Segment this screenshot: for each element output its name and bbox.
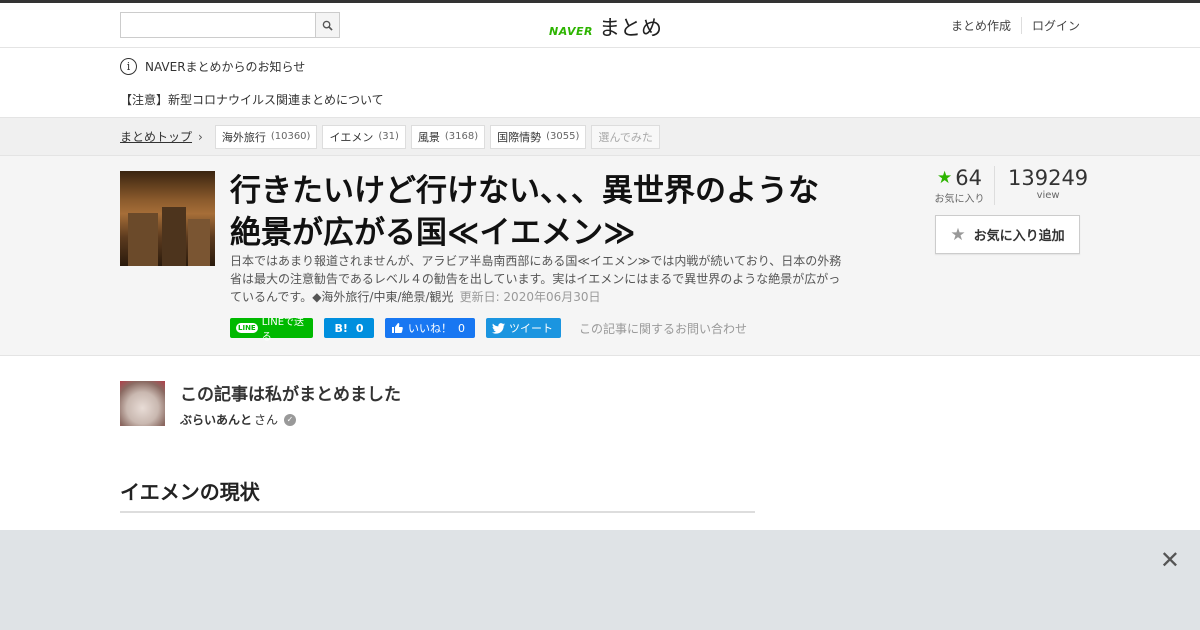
star-icon: ★ xyxy=(950,224,966,245)
search-button[interactable] xyxy=(315,12,340,38)
twitter-bird-icon xyxy=(492,322,505,334)
search-box xyxy=(120,12,340,38)
add-favorite-button[interactable]: ★ お気に入り追加 xyxy=(935,215,1080,254)
author-name[interactable]: ぶらいあんと さん ✓ xyxy=(180,411,297,428)
tweet-label: ツイート xyxy=(509,322,553,335)
info-icon: i xyxy=(120,58,137,75)
tag-count: (10360) xyxy=(270,131,311,142)
author-section: この記事は私がまとめました ぶらいあんと さん ✓ イエメンの現状 xyxy=(0,356,1200,531)
hatena-count: 0 xyxy=(355,321,364,335)
line-share-button[interactable]: LINE LINEで送る xyxy=(230,317,313,343)
chevron-right-icon: › xyxy=(198,129,203,144)
tag-link[interactable]: 国際情勢 (3055) xyxy=(490,124,587,149)
favorites-stat: ★ 64 お気に入り xyxy=(925,166,995,205)
tag-count: (3168) xyxy=(444,131,479,142)
tag-label: 海外旅行 xyxy=(221,130,266,144)
favorites-label: お気に入り xyxy=(934,194,985,205)
article-header: 行きたいけど行けない、、、異世界のような絶景が広がる国≪イエメン≫ 日本ではあま… xyxy=(0,156,1200,356)
article-thumbnail xyxy=(120,171,215,266)
view-count: 139249 xyxy=(1008,166,1089,190)
author-suffix: さん xyxy=(254,413,279,427)
create-matome-link[interactable]: まとめ作成 xyxy=(951,17,1011,34)
inquiry-link[interactable]: この記事に関するお問い合わせ xyxy=(579,320,747,337)
tag-link[interactable]: 風景 (3168) xyxy=(410,124,486,149)
author-name-text: ぶらいあんと xyxy=(180,413,253,427)
search-input[interactable] xyxy=(120,12,315,38)
article-title: 行きたいけど行けない、、、異世界のような絶景が広がる国≪イエメン≫ xyxy=(230,173,819,250)
notice-link[interactable]: 【注意】新型コロナウイルス関連まとめについて xyxy=(120,91,1200,108)
tag-count: (31) xyxy=(378,131,399,142)
tag-link[interactable]: イエメン (31) xyxy=(322,124,406,149)
author-title: この記事は私がまとめました xyxy=(180,385,401,405)
tag-link[interactable]: 海外旅行 (10360) xyxy=(214,124,318,149)
site-header: NAVER まとめ まとめ作成 ログイン xyxy=(0,3,1200,48)
favorites-count: 64 xyxy=(955,166,982,190)
close-icon[interactable]: ✕ xyxy=(1160,546,1180,574)
updated-date: 更新日: 2020年06月30日 xyxy=(459,290,601,304)
breadcrumb-top-link[interactable]: まとめトップ xyxy=(120,128,192,145)
logo-brand: NAVER xyxy=(549,25,593,38)
add-favorite-label: お気に入り追加 xyxy=(973,229,1065,244)
tweet-button[interactable]: ツイート xyxy=(486,318,561,338)
notice-area: i NAVERまとめからのお知らせ 【注意】新型コロナウイルス関連まとめについて xyxy=(0,48,1200,118)
share-bar: LINE LINEで送る B! 0 いいね！ 0 ツイート この記事に関するお問… xyxy=(230,317,747,343)
hatena-bookmark-button[interactable]: B! 0 xyxy=(324,318,374,338)
view-label: view xyxy=(1036,190,1060,201)
tried-tag[interactable]: 選んでみた xyxy=(591,124,660,149)
logo-name: まとめ xyxy=(598,16,662,40)
site-logo[interactable]: NAVER まとめ xyxy=(549,12,662,42)
facebook-like-button[interactable]: いいね！ 0 xyxy=(385,318,475,338)
avatar[interactable] xyxy=(120,381,165,426)
line-icon: LINE xyxy=(236,323,258,333)
search-icon xyxy=(322,20,333,31)
tag-label: イエメン xyxy=(329,130,374,144)
views-stat: 139249 view xyxy=(995,166,1088,205)
star-icon: ★ xyxy=(937,168,953,188)
tag-label: 風景 xyxy=(417,130,440,144)
ad-banner: ✕ xyxy=(0,530,1200,630)
header-links: まとめ作成 ログイン xyxy=(951,17,1080,34)
login-link[interactable]: ログイン xyxy=(1020,17,1080,34)
section-heading: イエメンの現状 xyxy=(120,476,755,513)
line-share-label: LINEで送る xyxy=(261,317,305,343)
tag-label: 国際情勢 xyxy=(497,130,542,144)
tag-count: (3055) xyxy=(546,131,580,142)
facebook-like-count: 0 xyxy=(458,321,465,335)
notice-title: NAVERまとめからのお知らせ xyxy=(145,60,306,74)
thumbs-up-icon xyxy=(392,323,403,333)
article-description: 日本ではあまり報道されませんが、アラビア半島南西部にある国≪イエメン≫では内戦が… xyxy=(230,252,845,306)
article-stats: ★ 64 お気に入り 139249 view xyxy=(925,166,1088,205)
facebook-like-label: いいね！ xyxy=(408,322,452,335)
verified-check-icon: ✓ xyxy=(284,413,297,426)
breadcrumb: まとめトップ › 海外旅行 (10360) イエメン (31) 風景 (3168) 国… xyxy=(0,118,1200,156)
hatena-icon: B! xyxy=(334,321,348,335)
